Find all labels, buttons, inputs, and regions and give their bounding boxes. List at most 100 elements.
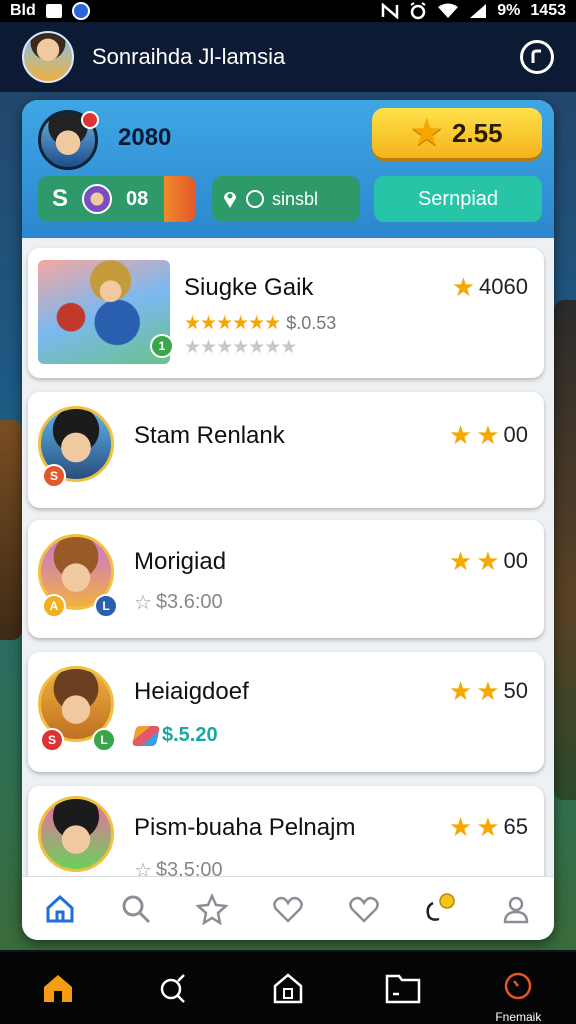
home-icon — [46, 894, 74, 922]
rank-badge: S — [42, 464, 66, 488]
rating-empty-stars: ★★★★★★★ — [184, 337, 297, 358]
nfc-icon — [382, 3, 399, 19]
list-item[interactable]: S Stam Renlank ★ ★ 00 — [28, 392, 544, 508]
gem-icon — [131, 725, 161, 746]
refresh-icon — [531, 49, 541, 63]
status-bar-right: 9% 1453 — [381, 2, 566, 20]
item-score: ★ ★ 50 — [449, 678, 528, 704]
nav-more-button[interactable]: Fnemaik — [495, 966, 541, 1024]
rank-badge: A — [42, 594, 66, 618]
item-score-value: 00 — [503, 548, 528, 573]
star-icon: ★ — [476, 812, 500, 842]
tab-search[interactable] — [116, 889, 156, 929]
hook-icon: S — [52, 185, 69, 212]
nav-home-button[interactable] — [36, 966, 80, 1010]
status-bar-left: Bld — [10, 2, 90, 20]
location-pill-label: sinsbl — [272, 188, 319, 209]
special-button-label: Sernpiad — [417, 187, 499, 210]
special-button[interactable]: Sernpiad — [374, 176, 542, 222]
page-title: Sonraihda Jl-lamsia — [92, 44, 286, 69]
background-right-prop — [554, 300, 576, 800]
friends-pill[interactable]: S 08 — [38, 176, 196, 222]
search-icon — [122, 895, 151, 923]
item-score: ★ ★ 65 — [449, 814, 528, 840]
level-badge: 1 — [150, 334, 174, 358]
list-item[interactable]: S L Heiaigdoef $.5.20 ★ ★ 50 — [28, 652, 544, 772]
nav-store-button[interactable] — [266, 966, 310, 1010]
profile-badge — [81, 111, 99, 129]
star-icon: ★ — [448, 546, 473, 576]
rating-gold-stars: ★★★★★★ — [184, 313, 281, 334]
star-icon: ★ — [476, 420, 500, 450]
tab-likes[interactable] — [268, 889, 308, 929]
profile-avatar[interactable] — [38, 110, 99, 170]
message-icon — [45, 4, 62, 18]
nav-folder-button[interactable] — [381, 966, 425, 1010]
search-alt-icon — [160, 974, 185, 1003]
nav-more-label: Fnemaik — [495, 1010, 542, 1024]
item-score-value: 50 — [503, 678, 528, 703]
target-icon — [246, 190, 264, 208]
star-icon: ★ — [476, 546, 500, 576]
profile-score: 2080 — [118, 124, 172, 151]
nav-search-button[interactable] — [151, 966, 195, 1010]
status-carrier-text: Bld — [10, 2, 36, 19]
list-item[interactable]: 1 Siugke Gaik ★ 4060 ★★★★★★ $.0.53 ★★★★★★… — [28, 248, 544, 378]
folder-icon — [385, 974, 421, 1004]
list-item[interactable]: A L Morigiad ☆ $3.6:00 ★ ★ 00 — [28, 520, 544, 638]
item-price-row: $.5.20 — [131, 724, 218, 747]
user-avatar[interactable] — [22, 31, 74, 83]
star-icon: ★ — [448, 676, 473, 706]
alarm-icon — [410, 2, 426, 20]
item-name: Stam Renlank — [134, 422, 285, 449]
tab-rewards[interactable] — [420, 889, 460, 929]
tab-profile[interactable] — [496, 889, 536, 929]
heart-icon — [273, 896, 303, 923]
item-score-value: 00 — [503, 422, 528, 447]
rank-badge: S — [40, 728, 64, 752]
item-price: $3.6:00 — [155, 591, 223, 613]
star-icon: ★ — [451, 272, 476, 302]
item-score-value: 4060 — [479, 274, 528, 299]
heart-outline-icon — [349, 896, 379, 923]
app-notification-icon — [71, 2, 90, 20]
list-item[interactable]: Pism-buaha Pelnajm ☆ $3.5:00 ★ ★ 65 — [28, 786, 544, 886]
battery-percent: 9% — [497, 2, 521, 19]
system-navigation-bar: Fnemaik — [0, 952, 576, 1024]
pill-accent — [164, 176, 196, 222]
signal-icon — [470, 4, 487, 18]
item-name: Morigiad — [134, 548, 227, 575]
tab-saved[interactable] — [344, 889, 384, 929]
item-name: Siugke Gaik — [184, 274, 314, 301]
level-badge: L — [94, 594, 118, 618]
item-score: ★ 4060 — [452, 274, 528, 300]
location-pill[interactable]: sinsbl — [212, 176, 360, 222]
friend-avatar — [82, 184, 113, 214]
star-outline-icon — [196, 892, 228, 925]
home-filled-icon — [43, 975, 72, 1002]
status-time: 1453 — [530, 2, 566, 19]
item-score: ★ ★ 00 — [449, 548, 528, 574]
app-header: Sonraihda Jl-lamsia — [0, 22, 576, 92]
background-left-prop — [0, 420, 22, 640]
coin-balance-button[interactable]: ★ 2.55 — [372, 108, 542, 158]
star-icon: ★ — [448, 420, 473, 450]
coin-chat-icon — [426, 892, 455, 921]
star-icon: ★ — [411, 114, 442, 152]
bottom-tab-bar — [22, 876, 554, 940]
tab-favorites[interactable] — [192, 889, 232, 929]
star-icon: ★ — [476, 676, 500, 706]
wifi-icon — [438, 3, 459, 18]
tab-home[interactable] — [40, 889, 80, 929]
rating-stars: ★★★★★★ $.0.53 — [184, 312, 336, 335]
item-price: $.5.20 — [162, 724, 218, 746]
star-icon: ★ — [448, 812, 473, 842]
item-price: $.0.53 — [286, 313, 337, 333]
refresh-button[interactable] — [520, 40, 554, 74]
player-avatar — [38, 796, 114, 872]
friend-count: 08 — [126, 187, 149, 210]
star-outline-icon: ☆ — [134, 592, 152, 614]
item-score: ★ ★ 00 — [449, 422, 528, 448]
timer-icon — [505, 972, 532, 1000]
house-outline-icon — [273, 973, 303, 1004]
